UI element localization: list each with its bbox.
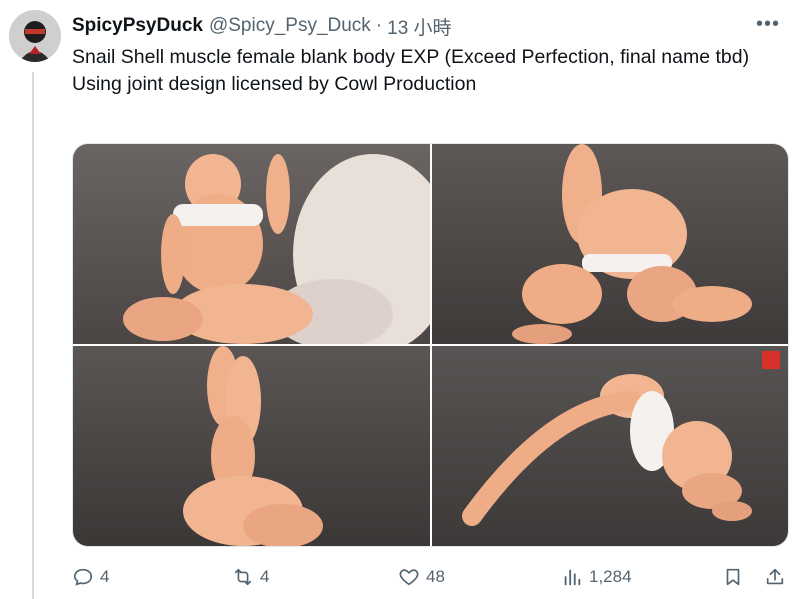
reply-count: 4 [100,567,110,586]
more-options-icon[interactable]: ••• [756,14,780,34]
bar-chart-icon [564,569,581,586]
heart-icon [399,569,419,586]
avatar-image [9,10,61,62]
user-handle[interactable]: @Spicy_Psy_Duck [209,15,371,37]
bookmark-icon [726,568,740,586]
share-icon [766,568,784,585]
post-time[interactable]: 13 小時 [387,13,451,40]
retweet-count: 4 [260,567,270,586]
views-button[interactable]: 1,284 [561,562,632,592]
photo-kneeling-pose[interactable] [73,144,430,344]
reply-button[interactable]: 4 [72,562,109,592]
views-count: 1,284 [589,567,632,586]
bookmark-button[interactable] [722,562,744,592]
photo-stretch-pose[interactable] [432,346,788,546]
post-text-line-2: Using joint design licensed by Cowl Prod… [72,73,477,95]
retweet-button[interactable]: 4 [232,562,269,592]
photo-legs-up-pose[interactable] [73,346,430,546]
like-count: 48 [426,567,445,586]
retweet-icon [234,568,252,586]
media-grid [72,143,789,547]
like-button[interactable]: 48 [398,562,445,592]
post-header: SpicyPsyDuck @Spicy_Psy_Duck · 13 小時 ••• [72,12,780,40]
share-button[interactable] [764,562,786,592]
action-bar: 4 4 48 1,284 [72,562,792,592]
avatar[interactable] [9,10,61,62]
photo-bridge-pose[interactable] [432,144,788,344]
reply-icon [73,568,93,586]
separator-dot: · [375,15,383,36]
post-text-line-1: Snail Shell muscle female blank body EXP… [72,46,750,68]
display-name[interactable]: SpicyPsyDuck [72,15,203,37]
thread-line [32,72,34,599]
post-text: Snail Shell muscle female blank body EXP… [72,44,787,98]
